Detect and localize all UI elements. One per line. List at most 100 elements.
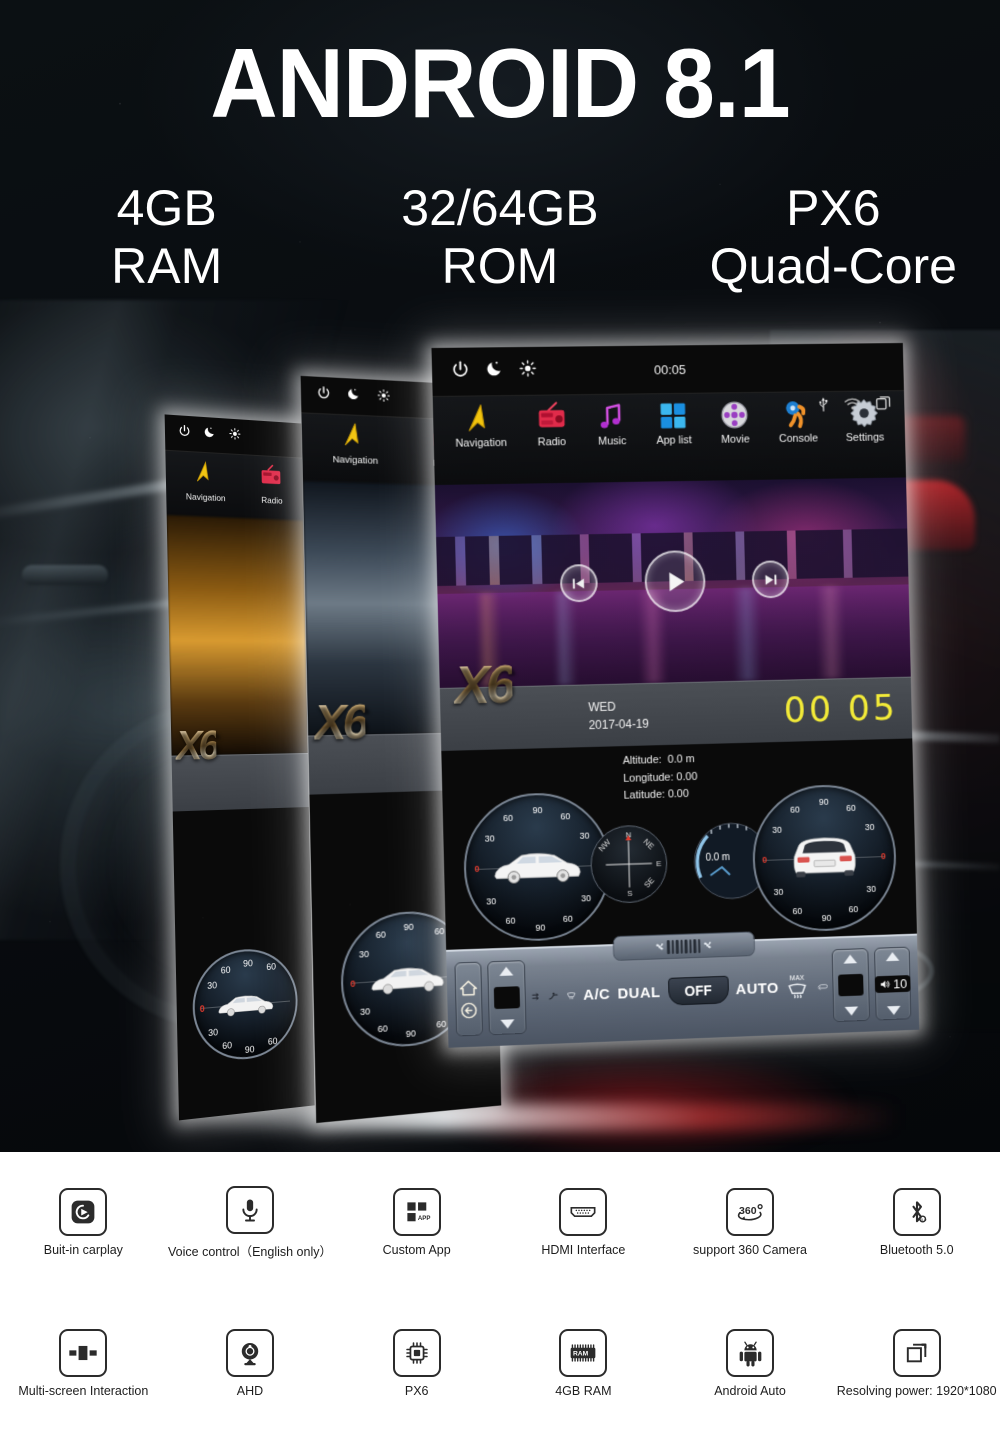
gauge-tick-60-bl: 60 [222,1039,233,1051]
previous-track-button[interactable] [559,563,598,603]
spec-highlights: 4GB RAM 32/64GB ROM PX6 Quad-Core [0,180,1000,295]
rear-defrost-group[interactable]: MAX [786,974,809,999]
navigation-arrow-icon [332,417,378,454]
resolution-icon [906,1343,927,1363]
app-radio[interactable]: Radio [535,400,569,448]
feature-ahd[interactable]: AHD [167,1293,334,1434]
feature-resolution[interactable]: Resolving power: 1920*1080 [833,1293,1000,1434]
mini1-wallpaper [166,514,308,756]
app-radio-label: Radio [537,435,567,449]
feature-px6[interactable]: PX6 [333,1293,500,1434]
feature-ram[interactable]: RAM 4GB RAM [500,1293,667,1434]
gauge-tick-60-tr: 60 [434,925,445,937]
moon-icon[interactable] [203,425,216,444]
home-back-key[interactable] [454,961,484,1037]
volume-up-arrow[interactable] [885,951,899,961]
feature-voice-control[interactable]: Voice control（English only） [167,1152,334,1293]
recent-apps-icon[interactable] [875,395,891,411]
feature-hdmi[interactable]: HDMI Interface [500,1152,667,1293]
power-icon[interactable] [316,385,331,405]
power-icon[interactable] [177,424,190,443]
passenger-temp-display [838,973,864,997]
gauge-tick-60-tr: 60 [560,811,571,822]
dual-label[interactable]: DUAL [617,984,660,1002]
volume-value: 10 [892,975,908,991]
app-console[interactable]: Console [778,397,818,445]
mini1-app-navigation[interactable]: Navigation [185,454,226,503]
passenger-temp-down-arrow[interactable] [845,1006,859,1017]
airflow-icon[interactable] [531,986,541,1006]
device-screen-front[interactable]: 00:05 Navigation Radio Music App list Mo… [431,342,920,1048]
passenger-temp-key[interactable] [832,947,871,1023]
feature-ram-label: 4GB RAM [555,1384,612,1398]
date: 2017-04-19 [588,716,650,732]
gauge-tick-30-bl: 30 [208,1026,219,1038]
mini1-app-radio-label: Radio [261,494,283,506]
gauge-tick-60-br: 60 [562,913,573,925]
hdmi-port-icon-box [559,1188,608,1236]
svg-text:RAM: RAM [573,1351,589,1358]
driver-temp-down-arrow[interactable] [500,1019,515,1030]
sun-icon[interactable] [228,427,241,446]
app-movie-label: Movie [720,433,750,446]
gauge-tick-0: 0 [199,1003,205,1014]
spec-cpu-value: PX6 [786,180,881,236]
gauge-tick-60-br: 60 [436,1018,447,1030]
gauge-row: 0 0 30 60 90 60 30 30 60 90 60 30 [442,783,916,944]
climate-off-button[interactable]: OFF [667,975,729,1006]
app-navigation[interactable]: Navigation [454,401,507,450]
play-button[interactable] [643,549,707,613]
driver-temp-key[interactable] [487,959,527,1036]
back-arrow-icon[interactable] [459,1000,478,1020]
gauge-tick-60-tr: 60 [846,803,856,814]
feature-row-1: Buit-in carplay Voice control（English on… [0,1152,1000,1293]
next-track-icon [765,574,777,585]
volume-key[interactable]: 10 [874,946,912,1021]
mini2-app-navigation[interactable]: Navigation [332,417,378,467]
feature-carplay[interactable]: Buit-in carplay [0,1152,167,1293]
sun-icon[interactable] [376,388,390,408]
gauge-tick-90-top: 90 [532,805,543,816]
feature-360-camera[interactable]: 360 support 360 Camera [667,1152,834,1293]
next-track-button[interactable] [751,560,790,599]
spec-rom-label: ROM [441,237,559,294]
weekday: WED [588,699,616,714]
feature-carplay-label: Buit-in carplay [43,1243,123,1257]
volume-down-arrow[interactable] [886,1006,901,1016]
app-movie[interactable]: Movie [719,398,751,446]
device-screen-back-left[interactable]: Navigation Radio X6 0 30 60 90 60 30 60 … [164,414,315,1121]
bluetooth-icon-box: 5.0 [892,1188,941,1236]
gauge-tick-30-bl: 30 [773,887,784,898]
gauge-tick-30-tl: 30 [484,833,495,844]
auto-label[interactable]: AUTO [736,979,779,997]
brand-logo: X6 [453,654,513,716]
feature-bluetooth[interactable]: 5.0 Bluetooth 5.0 [833,1152,1000,1293]
gauge-tick-90-b: 90 [244,1043,255,1055]
mini1-brand-logo: X6 [175,722,217,769]
spec-rom-value: 32/64GB [401,180,599,236]
driver-temp-up-arrow[interactable] [499,966,514,976]
home-icon[interactable] [459,978,478,998]
gauge-tick-0-left: 0 [474,864,480,875]
mini1-app-radio[interactable]: Radio [259,458,285,506]
gauge-tick-30-br: 30 [580,893,592,904]
camera-icon [241,1343,259,1366]
compass-se: SE [643,876,657,890]
compass-gauge: N S E NE SE NW [589,824,669,905]
steering-wheel-icon [778,397,818,431]
moon-icon[interactable] [346,386,361,406]
passenger-temp-up-arrow[interactable] [843,953,858,964]
app-list-label: App list [656,434,692,447]
compass-e: E [656,858,662,868]
ac-label[interactable]: A/C [583,985,610,1003]
front-defrost-icon[interactable] [565,986,576,1005]
feature-multi-screen[interactable]: Multi-screen Interaction [0,1293,167,1434]
seat-airflow-icon[interactable] [548,986,558,1006]
feature-360-camera-label: support 360 Camera [693,1243,807,1257]
app-music[interactable]: Music [596,399,629,447]
recirculate-icon[interactable] [815,976,827,996]
feature-android-auto[interactable]: Android Auto [667,1293,834,1434]
rear-defrost-icon[interactable] [786,981,809,1000]
feature-custom-app[interactable]: APP Custom App [333,1152,500,1293]
app-list[interactable]: App list [655,399,692,447]
